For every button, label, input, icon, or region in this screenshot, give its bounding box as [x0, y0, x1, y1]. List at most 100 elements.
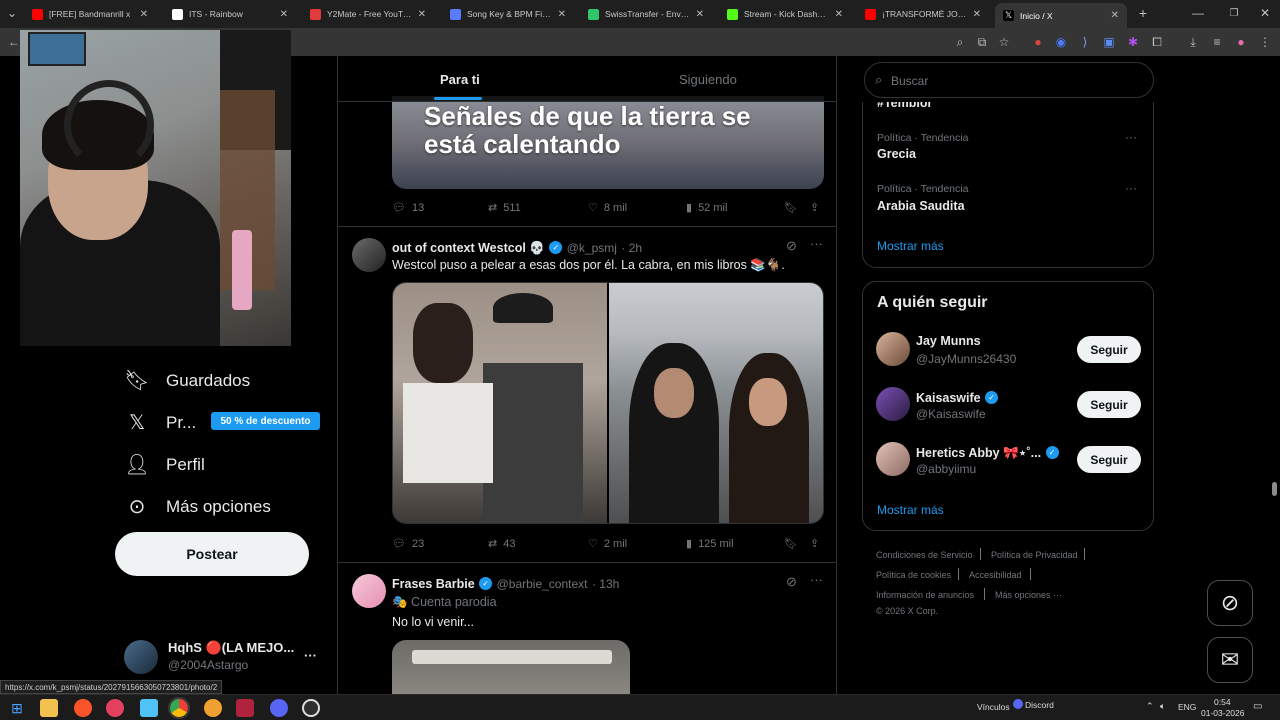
footer-more-options[interactable]: Más opciones ···	[995, 590, 1062, 600]
windows-start-icon[interactable]: ⊞	[8, 699, 26, 717]
tweet-photo-2[interactable]	[609, 283, 823, 523]
page-scrollbar-thumb[interactable]	[1272, 482, 1277, 496]
views-button[interactable]: ▮ 125 mil	[686, 537, 734, 551]
file-explorer-icon[interactable]	[40, 699, 58, 717]
tweet-avatar[interactable]	[352, 574, 386, 608]
browser-tab-3[interactable]: Y2Mate - Free YouTube to✕	[302, 3, 434, 25]
follow-button[interactable]: Seguir	[1077, 391, 1141, 418]
close-tab-icon[interactable]: ✕	[696, 9, 704, 20]
share-icon[interactable]: ⇪	[810, 537, 819, 550]
tweet-author-handle[interactable]: @k_psmj	[567, 241, 617, 255]
tweet-author-name[interactable]: Frases Barbie	[392, 577, 475, 591]
brave-icon[interactable]	[74, 699, 92, 717]
bookmark-icon[interactable]: 🔖︎	[784, 537, 798, 550]
zoom-icon[interactable]: ⌕	[952, 34, 968, 50]
tweet-image[interactable]: Señales de que la tierra se está calenta…	[392, 96, 824, 189]
tweet-author-name[interactable]: out of context Westcol 💀	[392, 241, 545, 255]
grok-icon[interactable]: ⊘	[786, 238, 797, 254]
close-tab-icon[interactable]: ✕	[140, 9, 148, 20]
minimize-icon[interactable]: —	[1190, 5, 1206, 21]
extensions-puzzle-icon[interactable]: ⧠	[1149, 34, 1165, 50]
grok-fab-icon[interactable]: ⊘	[1207, 580, 1253, 626]
show-more-link[interactable]: Mostrar más	[877, 503, 944, 517]
discord-toolbar[interactable]: Discord	[1025, 700, 1054, 710]
close-tab-icon[interactable]: ✕	[280, 9, 288, 20]
extension-icon[interactable]: ◉	[1053, 34, 1069, 50]
extension-icon[interactable]: ⟩	[1077, 34, 1093, 50]
browser-tab-6[interactable]: Stream - Kick Dashboard✕	[719, 3, 851, 25]
cast-icon[interactable]: ⧉	[974, 34, 990, 50]
notifications-icon[interactable]: ▭	[1253, 701, 1262, 712]
new-tab-icon[interactable]: +	[1135, 5, 1151, 21]
browser-menu-icon[interactable]: ⋮	[1257, 34, 1273, 50]
discord-app-icon[interactable]	[270, 699, 288, 717]
tweet-photo-1[interactable]	[393, 283, 607, 523]
close-tab-icon[interactable]: ✕	[973, 9, 981, 20]
close-tab-icon[interactable]: ✕	[1111, 10, 1119, 21]
extension-icon[interactable]: ✱	[1125, 34, 1141, 50]
share-icon[interactable]: ⇪	[810, 201, 819, 214]
tweet-photo[interactable]	[392, 640, 630, 694]
browser-tab-active[interactable]: 𝕏 Inicio / X ✕	[995, 3, 1127, 28]
footer-ads-info[interactable]: Información de anuncios	[876, 590, 974, 600]
nav-saved[interactable]: 🔖︎ Guardados	[124, 368, 250, 393]
browser-tab-7[interactable]: ¡TRANSFORMÉ JOYAS DE✕	[857, 3, 989, 25]
close-window-icon[interactable]: ✕	[1257, 5, 1273, 21]
reply-button[interactable]: 💬︎ 13	[392, 201, 424, 215]
search-input[interactable]: Buscar	[891, 74, 928, 88]
views-button[interactable]: ▮ 52 mil	[686, 201, 727, 215]
restore-icon[interactable]: ❐	[1226, 5, 1242, 21]
tab-following[interactable]: Siguiendo	[679, 72, 737, 87]
bookmark-icon[interactable]: 🔖︎	[784, 201, 798, 214]
grok-icon[interactable]: ⊘	[786, 574, 797, 590]
footer-accessibility[interactable]: Accesibilidad	[969, 570, 1022, 580]
tweet-time[interactable]: · 2h	[621, 241, 642, 255]
like-button[interactable]: ♡ 8 mil	[588, 201, 627, 215]
tab-search-icon[interactable]: ⌄	[4, 5, 20, 21]
nav-more-options[interactable]: ⊙ Más opciones	[124, 494, 271, 519]
close-tab-icon[interactable]: ✕	[835, 9, 843, 20]
extension-icon[interactable]: ●	[1030, 34, 1046, 50]
more-icon[interactable]: ···	[1125, 181, 1137, 195]
links-toolbar[interactable]: Vínculos	[977, 702, 1010, 712]
user-avatar[interactable]	[876, 387, 910, 421]
browser-tab-5[interactable]: SwissTransfer - Envío segu✕	[580, 3, 712, 25]
browser-tab-1[interactable]: [FREE] Bandmanrill x ✕	[24, 3, 156, 25]
more-icon[interactable]: ···	[1125, 130, 1137, 144]
app-icon[interactable]	[140, 699, 158, 717]
trend-name[interactable]: Arabia Saudita	[877, 199, 965, 213]
messages-fab-icon[interactable]: ✉	[1207, 637, 1253, 683]
footer-privacy[interactable]: Política de Privacidad	[991, 550, 1078, 560]
footer-cookies[interactable]: Política de cookies	[876, 570, 951, 580]
follow-button[interactable]: Seguir	[1077, 336, 1141, 363]
user-name[interactable]: Heretics Abby 🎀⋆˚...	[916, 446, 1041, 460]
footer-terms[interactable]: Condiciones de Servicio	[876, 550, 973, 560]
more-icon[interactable]: ···	[810, 572, 823, 587]
profile-avatar-icon[interactable]: ●	[1233, 34, 1249, 50]
user-avatar[interactable]	[876, 332, 910, 366]
chrome-icon[interactable]	[168, 697, 190, 719]
media-player-icon[interactable]	[106, 699, 124, 717]
app-icon[interactable]	[236, 699, 254, 717]
clock-date[interactable]: 01-03-2026	[1201, 708, 1244, 718]
reply-button[interactable]: 💬︎ 23	[392, 537, 424, 551]
account-more-icon[interactable]: ···	[304, 648, 317, 663]
volume-icon[interactable]: 🔈︎	[1160, 701, 1165, 712]
bookmark-star-icon[interactable]: ☆	[996, 34, 1012, 50]
show-more-link[interactable]: Mostrar más	[877, 239, 944, 253]
account-avatar[interactable]	[124, 640, 158, 674]
tray-chevron-icon[interactable]: ⌃	[1146, 701, 1154, 712]
browser-tab-4[interactable]: Song Key & BPM Finder |✕	[442, 3, 574, 25]
trend-name[interactable]: Grecia	[877, 147, 916, 161]
language-indicator[interactable]: ENG	[1178, 702, 1196, 712]
close-tab-icon[interactable]: ✕	[558, 9, 566, 20]
clock-time[interactable]: 0:54	[1214, 697, 1231, 707]
retweet-button[interactable]: ⇄ 511	[488, 201, 521, 215]
follow-button[interactable]: Seguir	[1077, 446, 1141, 473]
close-tab-icon[interactable]: ✕	[418, 9, 426, 20]
obs-icon[interactable]	[302, 699, 320, 717]
retweet-button[interactable]: ⇄ 43	[488, 537, 515, 551]
reading-list-icon[interactable]: ≡	[1209, 34, 1225, 50]
more-icon[interactable]: ···	[810, 236, 823, 251]
translate-icon[interactable]: ▣	[1101, 34, 1117, 50]
